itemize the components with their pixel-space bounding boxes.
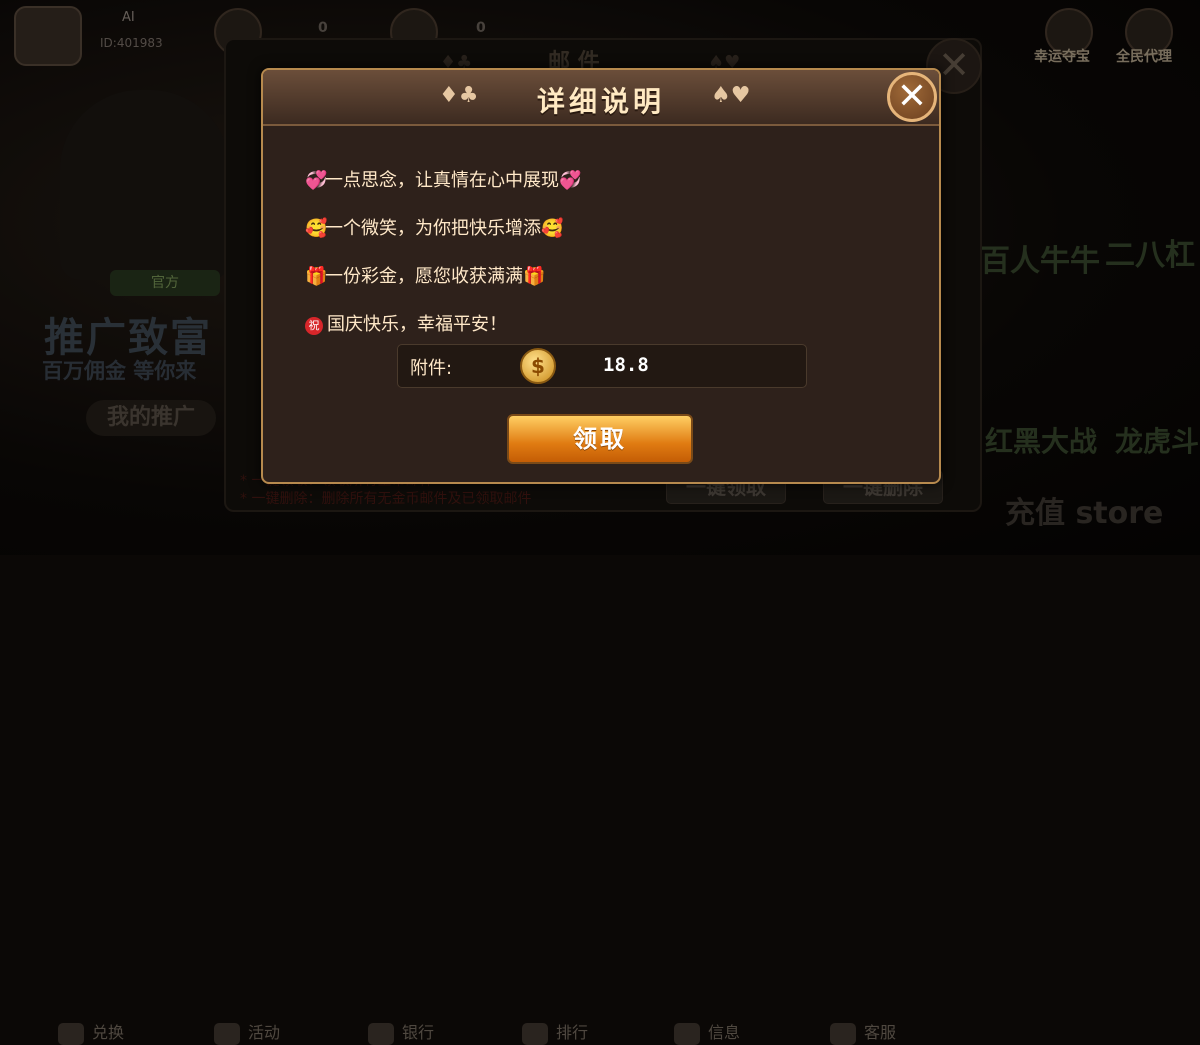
trophy-icon (522, 1022, 548, 1045)
nav-support[interactable]: 客服 (830, 1019, 896, 1045)
message-text: 国庆快乐，幸福平安！ (327, 314, 507, 335)
gold-coin-icon: $ (520, 348, 556, 384)
nav-label: 兑换 (92, 1023, 125, 1042)
close-button[interactable]: ✕ (887, 72, 937, 122)
claim-button[interactable]: 领取 (507, 414, 693, 464)
dialog-title: 详细说明 (536, 85, 665, 118)
nav-label: 活动 (248, 1023, 281, 1042)
attachment-amount: 18.8 (603, 354, 649, 376)
nav-activity[interactable]: 活动 (214, 1019, 280, 1045)
nav-messages[interactable]: 信息 (674, 1019, 740, 1045)
attachment-label: 附件: (410, 358, 453, 379)
message-line: 🥰一个微笑，为你把快乐增添🥰 (305, 214, 564, 240)
dialog-header: ♦♣ 详细说明 ♠♥ (263, 70, 939, 126)
support-icon (830, 1022, 856, 1045)
hearts-icon: 💞 (559, 170, 582, 191)
gift-icon: 🎁 (305, 266, 328, 287)
bank-icon (368, 1022, 394, 1045)
exchange-icon (58, 1022, 84, 1045)
message-text: 一个微笑，为你把快乐增添 (325, 218, 541, 239)
smiling-face-icon: 🥰 (541, 218, 564, 239)
envelope-icon (674, 1022, 700, 1045)
nav-exchange[interactable]: 兑换 (58, 1019, 124, 1045)
nav-label: 信息 (708, 1023, 741, 1042)
message-text: 一份彩金，愿您收获满满 (325, 266, 523, 287)
nav-ranking[interactable]: 排行 (522, 1019, 588, 1045)
congratulation-icon: 祝 (305, 317, 323, 335)
gift-icon: 🎁 (523, 266, 546, 287)
nav-label: 客服 (864, 1023, 897, 1042)
message-line: 祝国庆快乐，幸福平安！ (305, 310, 507, 336)
hearts-icon: 💞 (305, 170, 328, 191)
nav-bank[interactable]: 银行 (368, 1019, 434, 1045)
detail-dialog: ♦♣ 详细说明 ♠♥ ✕ 💞一点思念，让真情在心中展现💞 🥰一个微笑，为你把快乐… (261, 68, 941, 484)
activity-icon (214, 1022, 240, 1045)
message-text: 一点思念，让真情在心中展现 (325, 170, 559, 191)
nav-label: 排行 (556, 1023, 589, 1042)
message-line: 💞一点思念，让真情在心中展现💞 (305, 166, 582, 192)
attachment-box: 附件: $ 18.8 (397, 344, 807, 388)
nav-label: 银行 (402, 1023, 435, 1042)
suit-icons-right: ♠♥ (711, 83, 751, 108)
smiling-face-icon: 🥰 (305, 218, 328, 239)
message-line: 🎁一份彩金，愿您收获满满🎁 (305, 262, 546, 288)
